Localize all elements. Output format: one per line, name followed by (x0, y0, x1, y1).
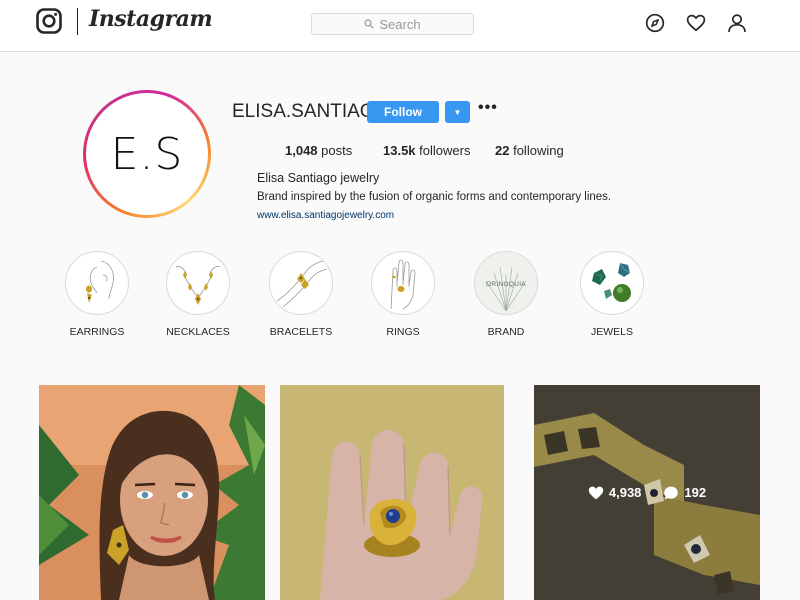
fern-leaves-icon: ORINOQUIA (485, 266, 527, 312)
compass-icon (645, 13, 665, 33)
user-icon (728, 14, 746, 33)
highlight-rings[interactable]: RINGS (370, 251, 436, 338)
comment-icon (664, 486, 679, 499)
heart-filled-icon (588, 486, 604, 499)
highlight-thumb (166, 251, 230, 315)
highlight-brand[interactable]: ORINOQUIA BRAND (473, 251, 539, 338)
likes-value: 4,938 (608, 485, 642, 500)
ring-sketch-icon (390, 259, 416, 310)
likes-count: 4,938 (588, 485, 642, 501)
profile-bio: Brand inspired by the fusion of organic … (257, 191, 612, 203)
post-hover-overlay: 4,938 192 (534, 385, 760, 600)
highlight-label: JEWELS (590, 326, 633, 338)
highlight-thumb (371, 251, 435, 315)
top-nav: Instagram Search (0, 0, 800, 52)
explore-button[interactable] (645, 13, 665, 33)
highlight-bracelets[interactable]: BRACELETS (268, 251, 334, 338)
bracelet-sketch-icon (276, 260, 328, 308)
profile-username: ELISA.SANTIAGO (232, 101, 390, 122)
followers-label: followers (419, 143, 471, 158)
heart-icon (686, 14, 706, 32)
avatar-inner: E.S (86, 93, 208, 215)
following-count: 22 (495, 143, 510, 158)
post-tile-3[interactable]: 4,938 192 (534, 385, 760, 600)
search-placeholder: Search (379, 16, 421, 32)
following-stat[interactable]: 22 following (495, 143, 564, 158)
highlight-label: EARRINGS (69, 326, 125, 338)
highlight-label: NECKLACES (166, 326, 230, 338)
suggestions-dropdown-button[interactable]: ▼ (445, 101, 470, 123)
highlight-jewels[interactable]: JEWELS (579, 251, 645, 338)
posts-label: posts (321, 143, 353, 158)
brand-thumb-text: ORINOQUIA (486, 281, 526, 288)
instagram-glyph-icon[interactable] (36, 8, 62, 34)
comments-count: 192 (663, 485, 706, 501)
followers-stat[interactable]: 13.5k followers (383, 143, 470, 158)
earring-sketch-icon (86, 260, 114, 303)
profile-button[interactable] (727, 13, 747, 33)
profile-website-link[interactable]: www.elisa.santiagojewelry.com (257, 210, 394, 221)
following-label: following (513, 143, 564, 158)
highlight-necklaces[interactable]: NECKLACES (165, 251, 231, 338)
highlight-earrings[interactable]: EARRINGS (64, 251, 130, 338)
profile-avatar[interactable]: E.S (83, 90, 211, 218)
chevron-down-icon: ▼ (453, 107, 462, 117)
highlight-thumb (580, 251, 644, 315)
activity-button[interactable] (686, 13, 706, 33)
follow-button[interactable]: Follow (367, 101, 439, 123)
highlight-label: RINGS (386, 326, 420, 338)
post-tile-2[interactable] (280, 385, 504, 600)
posts-count: 1,048 (285, 143, 318, 158)
followers-count: 13.5k (383, 143, 416, 158)
highlight-thumb (65, 251, 129, 315)
search-icon (364, 19, 375, 29)
highlight-thumb (269, 251, 333, 315)
posts-stat: 1,048 posts (285, 143, 352, 158)
nav-divider (77, 8, 78, 35)
highlight-label: BRAND (487, 326, 525, 338)
more-icon[interactable]: ••• (478, 99, 498, 117)
highlight-label: BRACELETS (269, 326, 333, 338)
ring-photo (280, 385, 504, 600)
instagram-wordmark[interactable]: Instagram (89, 6, 213, 32)
search-input[interactable]: Search (311, 13, 474, 35)
post-tile-1[interactable] (39, 385, 265, 600)
comments-value: 192 (684, 485, 707, 500)
profile-full-name: Elisa Santiago jewelry (257, 171, 380, 185)
necklace-sketch-icon (175, 266, 221, 305)
highlight-thumb: ORINOQUIA (474, 251, 538, 315)
avatar-monogram: E.S (110, 128, 184, 180)
portrait-photo (39, 385, 265, 600)
gemstones-icon (592, 262, 631, 302)
